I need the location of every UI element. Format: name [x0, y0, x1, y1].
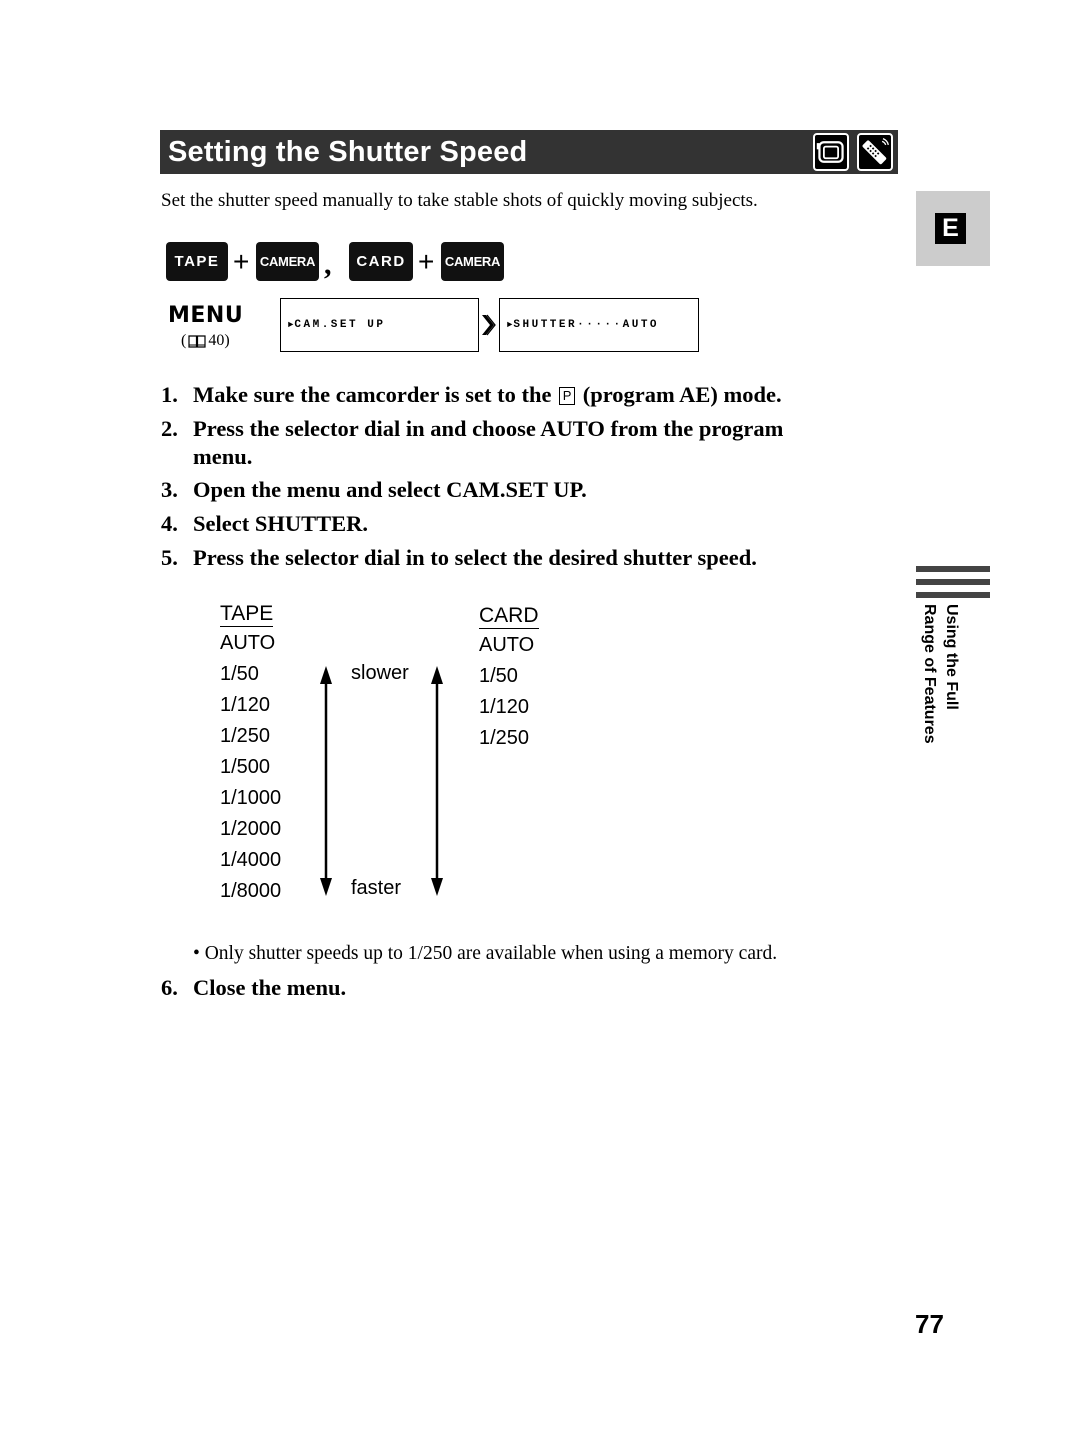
page-number: 77	[915, 1309, 944, 1339]
camera-mode-badge: CAMERA	[256, 242, 319, 281]
tape-shutter-value: 1/50	[220, 663, 259, 685]
plus-sign: +	[233, 246, 250, 277]
tape-shutter-value: AUTO	[220, 632, 276, 654]
card-column: CARD AUTO 1/50 1/120 1/250	[479, 604, 539, 757]
double-headed-arrow-icon	[431, 666, 443, 896]
section-title-bar: Setting the Shutter Speed	[160, 130, 898, 174]
menu-item-shutter: SHUTTER·····AUTO	[513, 319, 660, 331]
page-title: Setting the Shutter Speed	[168, 136, 528, 168]
ref-open: (	[181, 332, 187, 349]
step-text: (program AE) mode.	[582, 382, 782, 407]
note-text: Only shutter speeds up to 1/250 are avai…	[204, 943, 778, 964]
menu-item-cam-set-up: CAM.SET UP	[294, 319, 386, 331]
tape-mode-badge: TAPE	[166, 242, 228, 281]
faster-label: faster	[351, 877, 402, 899]
card-shutter-value: AUTO	[479, 634, 535, 656]
step-number: 4.	[161, 511, 178, 536]
double-headed-arrow-icon	[320, 666, 332, 896]
section-divider	[916, 579, 990, 585]
tape-shutter-value: 1/500	[220, 756, 271, 778]
tape-shutter-value: 1/120	[220, 694, 271, 716]
selection-marker-icon: ►	[507, 320, 513, 330]
step-text: Press the selector dial in and choose AU…	[193, 416, 784, 441]
step-6: 6. Close the menu.	[161, 974, 346, 1002]
separator-comma: ,	[324, 248, 332, 281]
tape-shutter-value: 1/250	[220, 725, 271, 747]
menu-screen-shutter: ► SHUTTER·····AUTO	[499, 298, 699, 352]
section-divider	[916, 592, 990, 598]
step-number: 6.	[161, 975, 178, 1000]
card-shutter-value: 1/50	[479, 665, 518, 687]
step-number: 2.	[161, 416, 178, 441]
camera-mode-badge: CAMERA	[441, 242, 504, 281]
section-divider	[916, 566, 990, 572]
card-shutter-value: 1/120	[479, 696, 530, 718]
section-label: Using the Full Range of Features	[918, 604, 962, 754]
card-shutter-value: 1/250	[479, 727, 530, 749]
tape-column-header: TAPE	[220, 602, 274, 627]
camcorder-icon	[813, 133, 849, 171]
language-indicator: E	[935, 213, 966, 244]
tape-shutter-value: 1/1000	[220, 787, 282, 809]
plus-sign: +	[418, 246, 435, 277]
card-mode-badge: CARD	[349, 242, 413, 281]
ref-page: 40)	[208, 332, 230, 349]
language-tab: E	[916, 191, 990, 266]
page-reference: ( 40)	[181, 331, 230, 351]
card-column-header: CARD	[479, 604, 539, 629]
step-3: 3. Open the menu and select CAM.SET UP.	[161, 476, 587, 504]
step-text: Select SHUTTER.	[193, 511, 369, 536]
step-text: Open the menu and select CAM.SET UP.	[193, 477, 587, 502]
remote-control-icon	[857, 133, 893, 171]
selection-marker-icon: ►	[288, 320, 294, 330]
step-number: 5.	[161, 545, 178, 570]
step-number: 1.	[161, 382, 178, 407]
step-text-continued: menu.	[193, 444, 253, 469]
step-text: Close the menu.	[193, 975, 347, 1000]
menu-screen-cam-set-up: ► CAM.SET UP	[280, 298, 479, 352]
step-2: 2. Press the selector dial in and choose…	[161, 415, 783, 471]
intro-text: Set the shutter speed manually to take s…	[161, 190, 758, 211]
bullet: •	[193, 943, 200, 964]
book-icon	[188, 334, 206, 348]
step-1: 1. Make sure the camcorder is set to the…	[161, 381, 782, 409]
tape-shutter-value: 1/2000	[220, 818, 282, 840]
step-number: 3.	[161, 477, 178, 502]
tape-shutter-value: 1/8000	[220, 880, 282, 902]
note: • Only shutter speeds up to 1/250 are av…	[193, 941, 777, 967]
section-label-line-1: Using the Full	[943, 604, 960, 710]
step-4: 4. Select SHUTTER.	[161, 510, 368, 538]
tape-column: TAPE AUTO 1/50 1/120 1/250 1/500 1/1000 1/2000…	[220, 602, 281, 910]
menu-label: MENU	[168, 303, 244, 328]
section-label-line-2: Range of Features	[921, 604, 938, 744]
slower-label: slower	[351, 662, 409, 684]
tape-shutter-value: 1/4000	[220, 849, 282, 871]
step-text: Press the selector dial in to select the…	[193, 545, 757, 570]
step-text: Make sure the camcorder is set to the	[193, 382, 552, 407]
double-chevron-right-icon	[482, 314, 496, 336]
step-5: 5. Press the selector dial in to select …	[161, 544, 757, 572]
program-ae-icon: P	[559, 387, 576, 405]
